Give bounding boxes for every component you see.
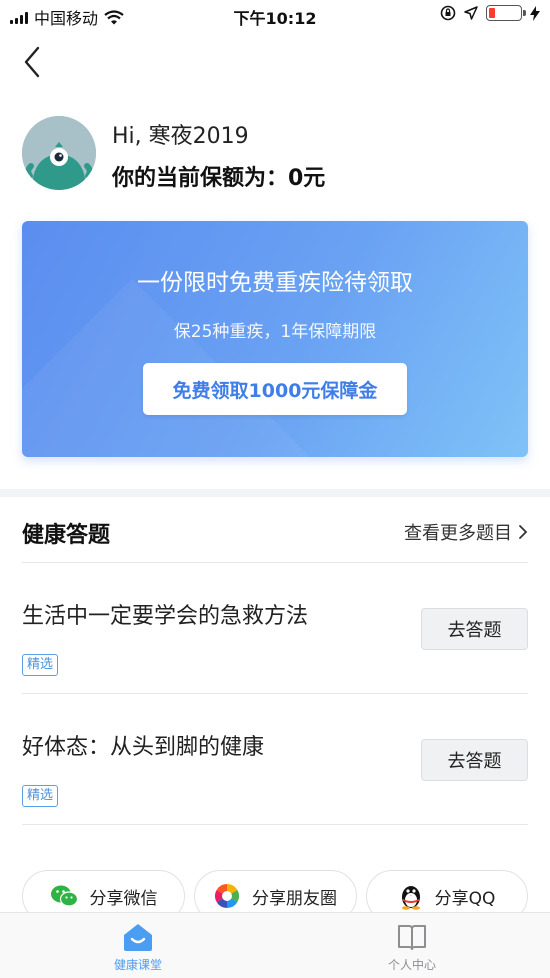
charging-bolt-icon xyxy=(530,5,540,21)
featured-tag: 精选 xyxy=(22,785,59,807)
avatar[interactable] xyxy=(22,116,96,190)
share-wechat-label: 分享微信 xyxy=(89,888,158,909)
promo-card: 一份限时免费重疾险待领取 保25种重疾，1年保障期限 免费领取1000元保障金 xyxy=(22,221,528,457)
promo-subtitle: 保25种重疾，1年保障期限 xyxy=(173,322,377,342)
section-title: 健康答题 xyxy=(22,523,111,548)
divider xyxy=(22,824,528,825)
tab-health-class[interactable]: 健康课堂 xyxy=(68,913,208,978)
monster-avatar-icon xyxy=(22,116,96,190)
battery-level xyxy=(489,8,495,18)
tab-personal-center[interactable]: 个人中心 xyxy=(342,913,482,978)
qq-penguin-icon xyxy=(401,886,420,910)
quiz-title[interactable]: 好体态：从头到脚的健康 xyxy=(22,729,264,761)
divider xyxy=(22,562,528,563)
rotation-lock-icon xyxy=(440,5,456,21)
divider xyxy=(22,693,528,694)
quiz-title[interactable]: 生活中一定要学会的急救方法 xyxy=(22,598,308,630)
greeting-text: Hi, 寒夜2019 xyxy=(112,124,249,149)
tab-label: 个人中心 xyxy=(387,958,436,972)
more-questions-label: 查看更多题目 xyxy=(404,523,512,544)
more-questions-link[interactable]: 查看更多题目 xyxy=(404,519,528,545)
chevron-left-icon xyxy=(24,46,40,78)
location-arrow-icon xyxy=(464,6,478,20)
promo-title: 一份限时免费重疾险待领取 xyxy=(137,270,413,296)
share-qq-label: 分享QQ xyxy=(434,888,496,909)
house-smile-icon xyxy=(124,924,152,951)
share-moments-label: 分享朋友圈 xyxy=(252,888,337,909)
featured-tag: 精选 xyxy=(22,654,59,676)
status-bar: 中国移动 下午10:12 xyxy=(0,0,550,30)
section-divider xyxy=(0,489,550,497)
moments-aperture-icon xyxy=(214,884,240,908)
status-right xyxy=(440,5,540,21)
chevron-right-icon xyxy=(519,525,528,539)
tab-label: 健康课堂 xyxy=(113,958,162,972)
claim-button[interactable]: 免费领取1000元保障金 xyxy=(143,363,407,415)
back-button[interactable] xyxy=(20,44,50,80)
tab-bar: 健康课堂 个人中心 xyxy=(0,912,550,978)
open-book-icon xyxy=(398,925,426,950)
answer-button[interactable]: 去答题 xyxy=(421,739,528,781)
wechat-icon xyxy=(50,885,78,907)
coverage-amount: 你的当前保额为：0元 xyxy=(112,166,326,191)
answer-button[interactable]: 去答题 xyxy=(421,608,528,650)
battery-icon xyxy=(486,5,526,21)
